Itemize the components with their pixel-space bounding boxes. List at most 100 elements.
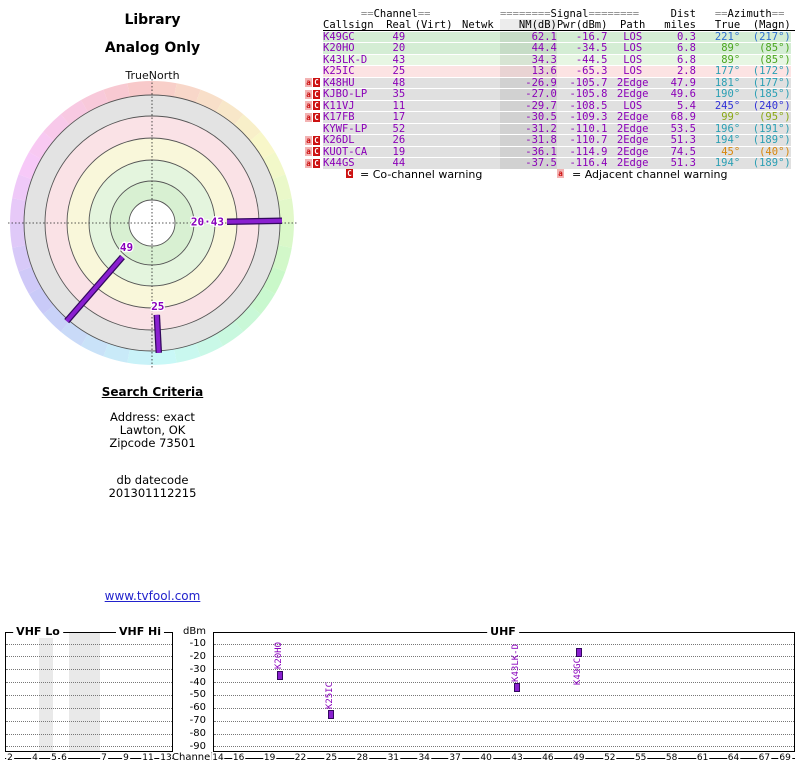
signal-marker (276, 670, 283, 680)
tvfool-link[interactable]: www.tvfool.com (105, 589, 201, 603)
station-table: == Channel == ======== Signal ======== Dist == A… (305, 8, 795, 169)
channel-tick: 55 (633, 753, 648, 763)
dbm-tick-label: -80 (189, 728, 206, 739)
azimuth-rim-sector (127, 349, 152, 365)
co-channel-legend-text: = Co-channel warning (360, 168, 483, 181)
gridline (214, 643, 794, 645)
gridline (214, 656, 794, 658)
table-legend: C = Co-channel warning a = Adjacent chan… (305, 168, 800, 182)
station-row: K49GC 49 62.1 -16.7 LOS 0.3 221° (217°) (323, 30, 791, 43)
site-link-row: www.tvfool.com (30, 589, 275, 603)
gridline (6, 682, 172, 684)
station-row: a C K26DL 26 -31.8 -110.7 2Edge 51.3 194° (189°) (305, 134, 791, 146)
signal-marker-label: K20HO (273, 641, 284, 669)
co-channel-warning-icon: C (313, 101, 320, 111)
channel-tick: 5 (50, 753, 58, 763)
signal-spoke (226, 218, 283, 224)
dbm-tick-label: -40 (189, 676, 206, 688)
channel-tick: 6 (60, 753, 68, 763)
gridline (6, 669, 172, 671)
channel-tick: 69 (778, 753, 792, 763)
station-row: KYWF-LP 52 -31.2 -110.1 2Edge 53.5 196° (191°) (323, 122, 791, 135)
channel-tick: 19 (262, 753, 277, 763)
spoke-channel-label: 20·43 (191, 216, 224, 229)
channel-tick: 46 (541, 753, 555, 763)
band-label: VHF Hi (115, 625, 165, 638)
channel-tick: 40 (479, 753, 493, 763)
channel-tick: 16 (231, 753, 246, 763)
channel-tick: 9 (122, 753, 130, 763)
warning-badges: aC (305, 158, 323, 168)
band-label: UHF (487, 625, 519, 638)
channel-tick: 4 (31, 753, 39, 763)
channel-tick: 61 (695, 753, 710, 763)
channel-tick: 31 (386, 753, 401, 763)
station-row: K25IC 25 13.6 -65.3 LOS 2.8 177° (172°) (323, 65, 791, 77)
channel-tick: 64 (726, 753, 741, 763)
adjacent-channel-warning-icon: a (305, 78, 312, 88)
station-row: a C K11VJ 11 -29.7 -108.5 LOS 5.4 245° (240°) (305, 99, 791, 112)
adjacent-channel-warning-icon: a (305, 112, 312, 122)
station-row: a C K48HU 48 -26.9 -105.7 2Edge 47.9 181° (177°) (305, 76, 791, 89)
warning-badges: aC (305, 101, 323, 111)
warning-badges: aC (305, 147, 323, 157)
gridline (214, 707, 794, 709)
channel-tick: 13 (159, 753, 173, 763)
station-row: K20HO 20 44.4 -34.5 LOS 6.8 89° (85°) (323, 42, 791, 54)
gridline (214, 682, 794, 684)
channel-tick: 22 (293, 753, 308, 763)
dbm-tick-label: -60 (189, 702, 206, 714)
table-column-headers: Callsign Real (Virt) Netwk NM(dB) Pwr(dBm) Pat… (323, 19, 795, 31)
channel-tick: 58 (664, 753, 679, 763)
station-row: a C KUOT-CA 19 -36.1 -114.9 2Edge 74.5 45° (40°) (305, 145, 791, 158)
channel-tick: 28 (355, 753, 370, 763)
signal-marker (328, 710, 335, 720)
channel-tick: 25 (324, 753, 339, 763)
signal-spoke (154, 314, 161, 353)
channel-tick: 37 (448, 753, 462, 763)
adjacent-channel-warning-icon: a (305, 158, 312, 168)
table-header-groups: == Channel == ======== Signal ======== Dist == A… (360, 8, 785, 20)
dbm-tick-label: -20 (189, 650, 206, 662)
warning-badges: aC (305, 135, 323, 145)
gridline (214, 720, 794, 722)
channel-tick: 11 (141, 753, 155, 763)
co-channel-warning-icon: C (313, 89, 320, 99)
dbm-axis-label: dBm (183, 626, 206, 637)
gridline (6, 746, 172, 748)
signal-marker-label: K43LK-D (511, 643, 521, 682)
co-channel-warning-icon: C (313, 135, 320, 145)
spoke-channel-label: 25 (151, 300, 164, 313)
warning-badges: aC (305, 89, 323, 99)
gridline (6, 707, 172, 709)
channel-tick: 7 (100, 753, 108, 763)
signal-level-chart: dBm Channel -10 -20 -30 -40 -50 -60 -70 -80 -90 V… (0, 625, 800, 768)
gridline (214, 669, 794, 671)
azimuth-rim-sector (278, 223, 294, 248)
channel-tick: 34 (417, 753, 431, 763)
radar-plot: 20·43 49 25 (8, 79, 298, 369)
co-channel-warning-icon: C (313, 78, 320, 88)
dbm-tick-label: -50 (189, 689, 206, 701)
channel-tick: 43 (510, 753, 524, 763)
adjacent-channel-legend-text: = Adjacent channel warning (572, 168, 728, 181)
azimuth-rim-sector (127, 81, 152, 97)
co-channel-warning-icon: C (313, 158, 320, 168)
gridline (214, 733, 794, 735)
search-zipcode: Zipcode 73501 (109, 436, 196, 450)
signal-marker-label: K25IC (325, 681, 336, 709)
co-channel-badge-icon: C (346, 169, 353, 178)
co-channel-warning-icon: C (313, 112, 320, 122)
station-row: a C K17FB 17 -30.5 -109.3 2Edge 68.9 99° (95°) (305, 111, 791, 123)
azimuth-rim-sector (152, 81, 177, 97)
dbm-tick-label: -70 (189, 715, 206, 727)
adjacent-channel-warning-icon: a (305, 147, 312, 157)
gridline (6, 720, 172, 722)
gridline (6, 694, 172, 696)
station-row: K43LK-D 43 34.3 -44.5 LOS 6.8 89° (85°) (323, 53, 791, 66)
band-label: VHF Lo (13, 625, 63, 638)
gridline (6, 643, 172, 645)
channel-axis-label: Channel (172, 752, 214, 763)
search-criteria-title: Search Criteria (101, 385, 204, 399)
co-channel-warning-icon: C (313, 147, 320, 157)
